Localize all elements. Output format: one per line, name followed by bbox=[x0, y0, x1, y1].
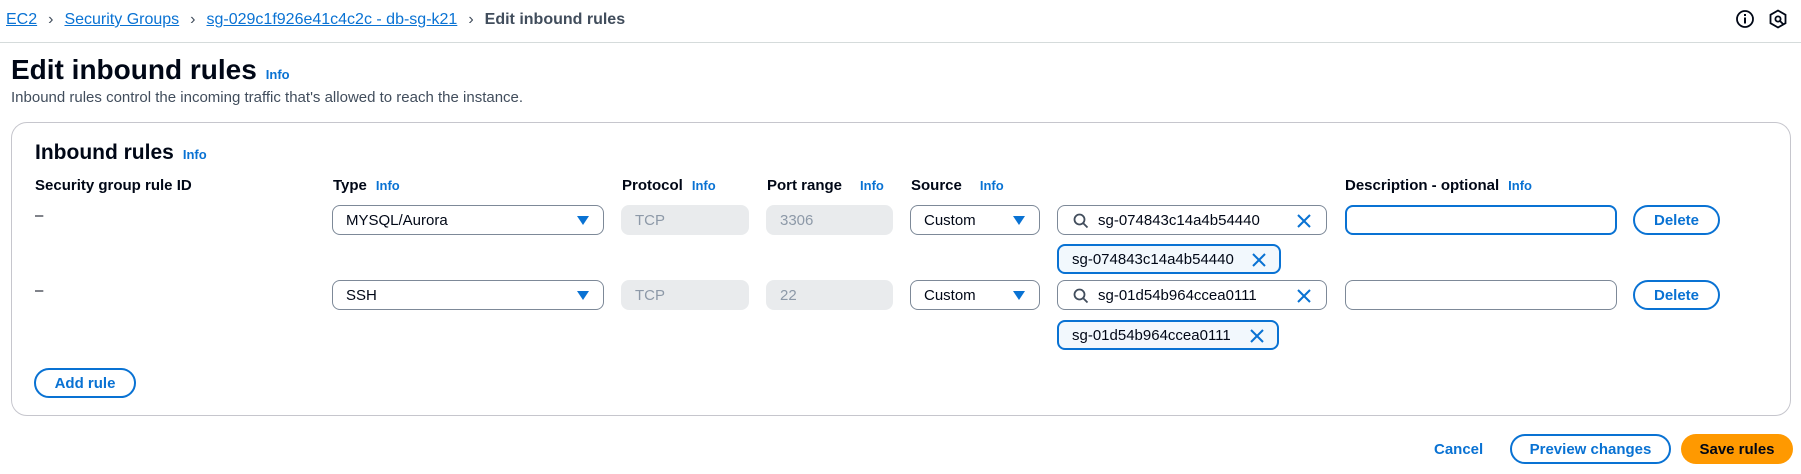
port-range-input: 22 bbox=[766, 280, 893, 310]
clear-icon[interactable] bbox=[1296, 213, 1312, 229]
breadcrumb-current: Edit inbound rules bbox=[484, 11, 626, 28]
column-header-rule-id: Security group rule ID bbox=[35, 177, 192, 194]
rule-id-value: – bbox=[35, 282, 44, 299]
cancel-button[interactable]: Cancel bbox=[1434, 434, 1483, 464]
source-select-value: Custom bbox=[924, 286, 976, 304]
caret-down-icon bbox=[577, 291, 589, 300]
search-icon bbox=[1073, 213, 1089, 229]
breadcrumb-ec2-link[interactable]: EC2 bbox=[6, 11, 37, 29]
clear-icon[interactable] bbox=[1296, 288, 1312, 304]
column-header-type: Type Info bbox=[333, 177, 400, 194]
search-icon bbox=[1073, 288, 1089, 304]
column-header-protocol: Protocol Info bbox=[622, 177, 716, 194]
protocol-info-link[interactable]: Info bbox=[692, 178, 716, 193]
chevron-right-icon: › bbox=[48, 11, 54, 28]
save-rules-button[interactable]: Save rules bbox=[1681, 434, 1793, 464]
page-title: Edit inbound rules bbox=[11, 54, 257, 85]
column-header-label: Security group rule ID bbox=[35, 177, 192, 194]
source-token-label: sg-074843c14a4b54440 bbox=[1072, 250, 1234, 268]
breadcrumb-security-groups-link[interactable]: Security Groups bbox=[64, 11, 179, 29]
chevron-right-icon: › bbox=[468, 11, 474, 28]
delete-rule-button[interactable]: Delete bbox=[1633, 205, 1720, 235]
column-header-label: Port range bbox=[767, 177, 843, 194]
description-input[interactable] bbox=[1345, 280, 1617, 310]
panel-info-link[interactable]: Info bbox=[183, 147, 207, 162]
source-token-label: sg-01d54b964ccea0111 bbox=[1072, 326, 1231, 344]
page-header: Edit inbound rules Info bbox=[11, 54, 290, 86]
page-description: Inbound rules control the incoming traff… bbox=[11, 89, 524, 106]
column-header-label: Type bbox=[333, 177, 367, 194]
breadcrumb-security-group-link[interactable]: sg-029c1f926e41c4c2c - db-sg-k21 bbox=[207, 11, 458, 29]
inbound-rules-panel: Inbound rules Info Security group rule I… bbox=[11, 122, 1791, 416]
column-header-source: Source Info bbox=[911, 177, 1004, 194]
column-header-description: Description - optional Info bbox=[1345, 177, 1532, 194]
info-circle-icon[interactable] bbox=[1735, 9, 1755, 29]
panel-title: Inbound rules bbox=[35, 141, 174, 164]
rule-id-value: – bbox=[35, 207, 44, 224]
source-search-input[interactable]: sg-074843c14a4b54440 bbox=[1057, 205, 1327, 235]
column-header-label: Protocol bbox=[622, 177, 683, 194]
source-token: sg-01d54b964ccea0111 bbox=[1057, 320, 1279, 350]
hexagon-feedback-icon[interactable] bbox=[1768, 9, 1788, 29]
preview-changes-button[interactable]: Preview changes bbox=[1510, 434, 1671, 464]
source-info-link[interactable]: Info bbox=[980, 178, 1004, 193]
remove-token-icon[interactable] bbox=[1249, 328, 1265, 344]
chevron-right-icon: › bbox=[190, 11, 196, 28]
page-info-link[interactable]: Info bbox=[266, 67, 290, 82]
top-bar: EC2 › Security Groups › sg-029c1f926e41c… bbox=[0, 0, 1801, 43]
port-range-info-link[interactable]: Info bbox=[860, 178, 884, 193]
type-select[interactable]: MYSQL/Aurora bbox=[332, 205, 604, 235]
description-input[interactable] bbox=[1345, 205, 1617, 235]
delete-rule-button[interactable]: Delete bbox=[1633, 280, 1720, 310]
port-range-input: 3306 bbox=[766, 205, 893, 235]
caret-down-icon bbox=[577, 216, 589, 225]
source-select[interactable]: Custom bbox=[910, 205, 1040, 235]
protocol-input: TCP bbox=[621, 205, 749, 235]
source-token: sg-074843c14a4b54440 bbox=[1057, 244, 1281, 274]
source-search-value: sg-074843c14a4b54440 bbox=[1098, 211, 1260, 229]
column-header-port-range: Port range Info bbox=[767, 177, 884, 194]
source-select-value: Custom bbox=[924, 211, 976, 229]
type-info-link[interactable]: Info bbox=[376, 178, 400, 193]
caret-down-icon bbox=[1013, 291, 1025, 300]
source-search-value: sg-01d54b964ccea0111 bbox=[1098, 286, 1257, 304]
type-select[interactable]: SSH bbox=[332, 280, 604, 310]
remove-token-icon[interactable] bbox=[1251, 252, 1267, 268]
source-select[interactable]: Custom bbox=[910, 280, 1040, 310]
description-info-link[interactable]: Info bbox=[1508, 178, 1532, 193]
column-header-label: Description - optional bbox=[1345, 177, 1500, 194]
caret-down-icon bbox=[1013, 216, 1025, 225]
add-rule-button[interactable]: Add rule bbox=[34, 368, 136, 398]
type-select-value: MYSQL/Aurora bbox=[346, 211, 448, 229]
breadcrumb: EC2 › Security Groups › sg-029c1f926e41c… bbox=[6, 11, 625, 29]
panel-header: Inbound rules Info bbox=[35, 141, 207, 165]
source-search-input[interactable]: sg-01d54b964ccea0111 bbox=[1057, 280, 1327, 310]
protocol-input: TCP bbox=[621, 280, 749, 310]
type-select-value: SSH bbox=[346, 286, 377, 304]
column-header-label: Source bbox=[911, 177, 962, 194]
